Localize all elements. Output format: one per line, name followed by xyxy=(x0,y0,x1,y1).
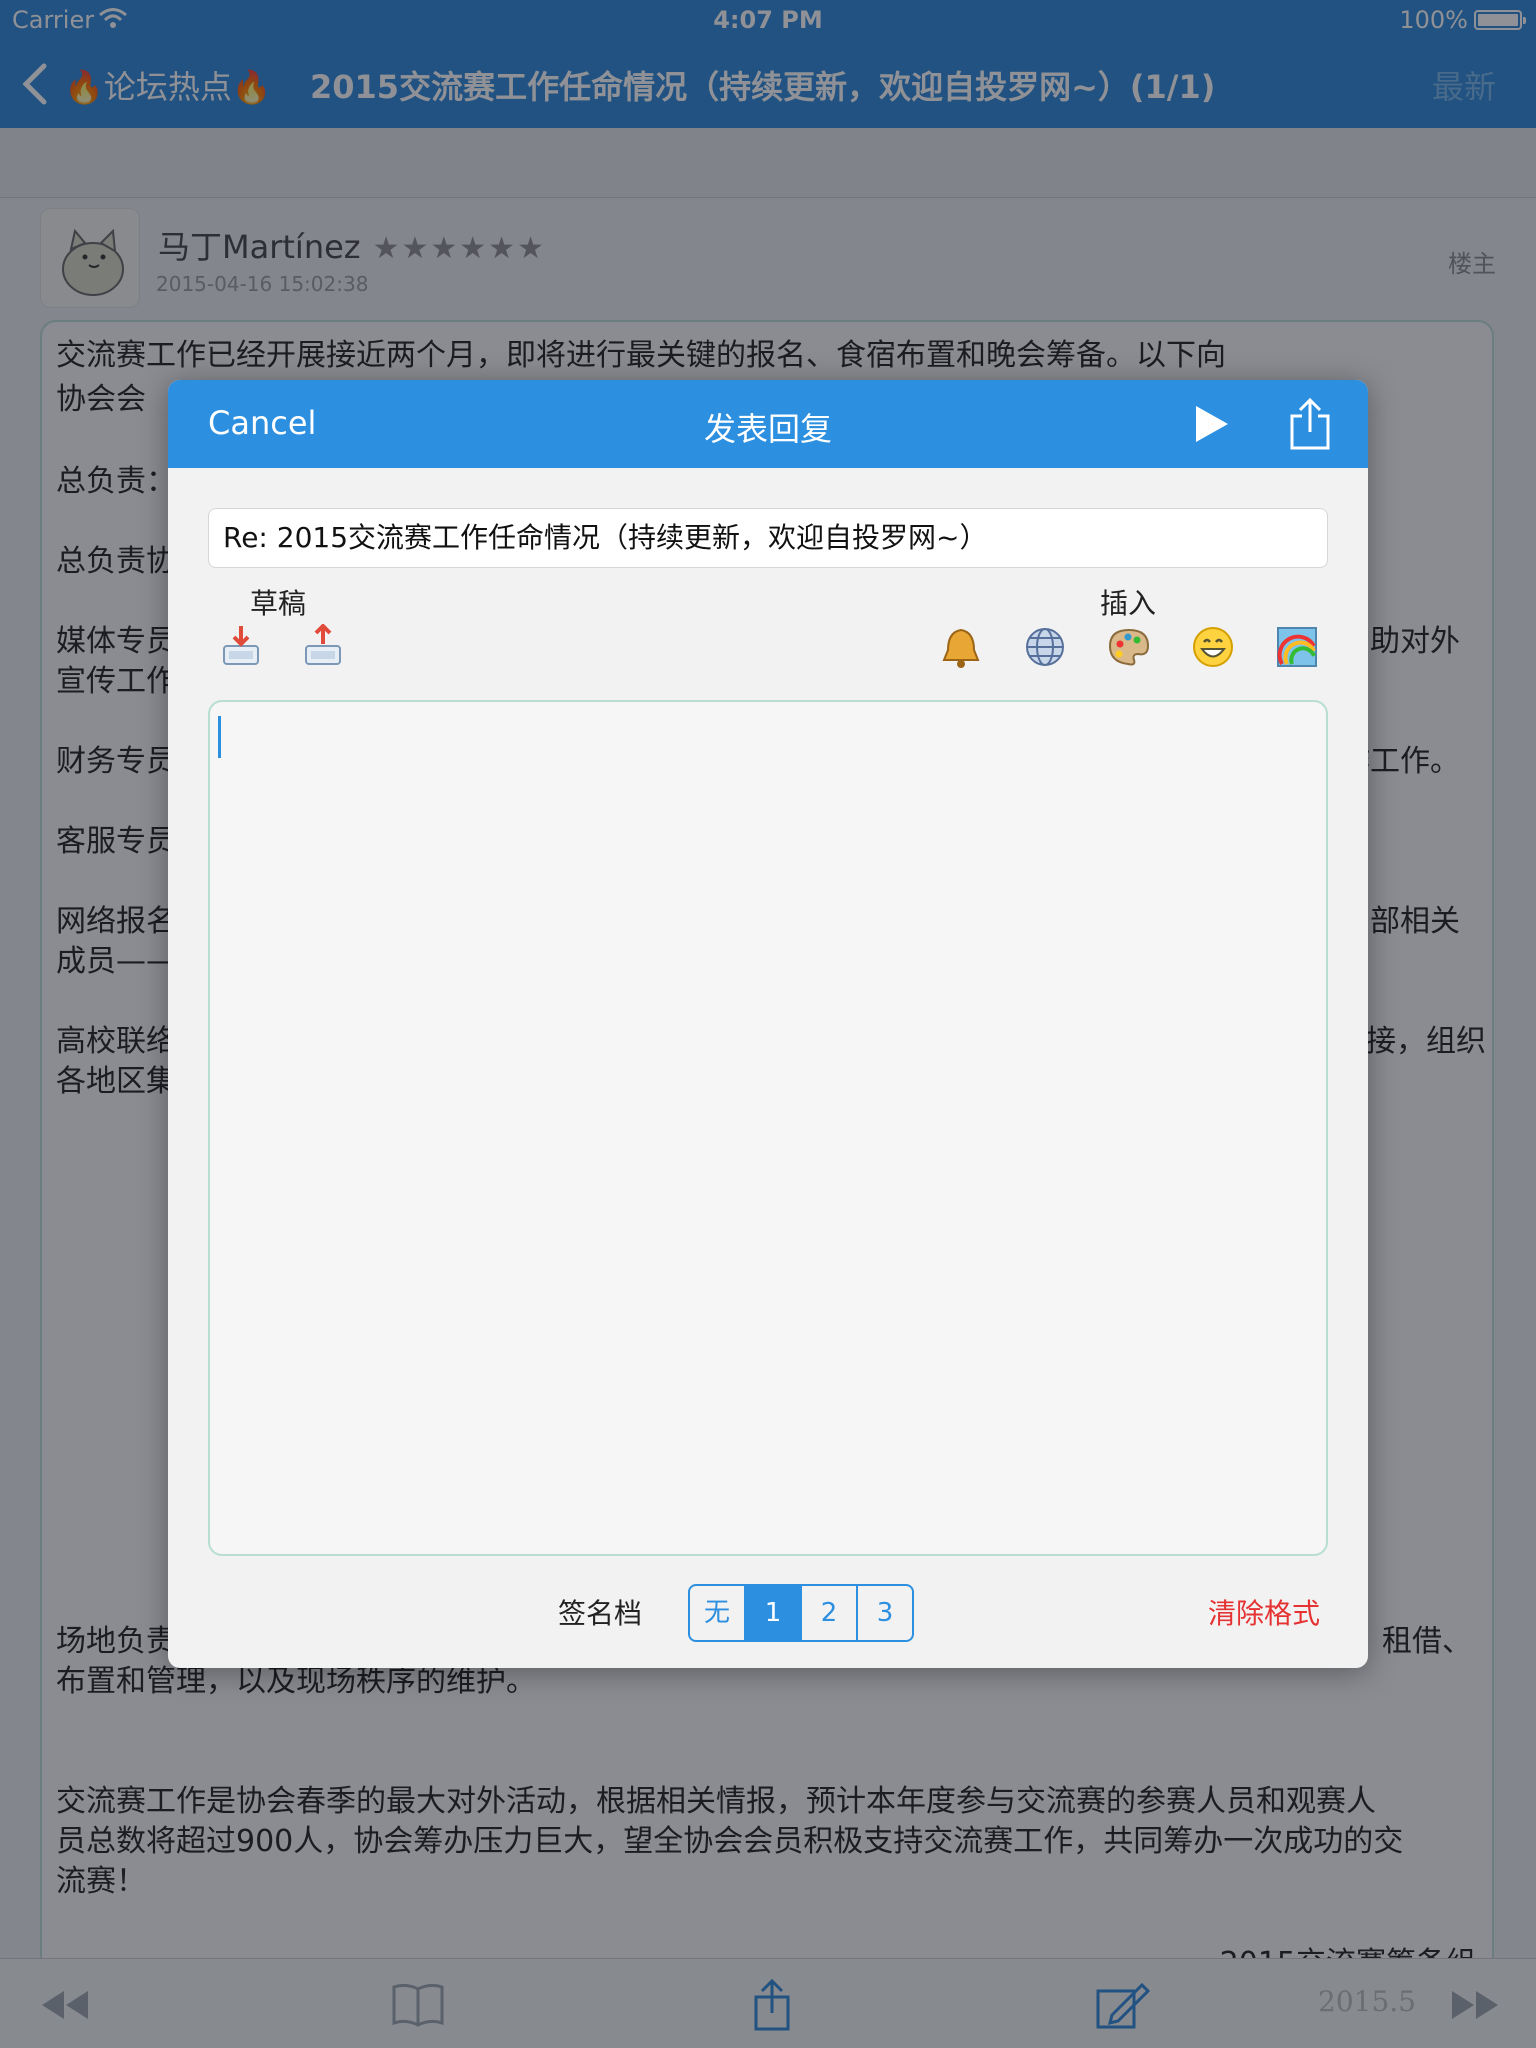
signature-option-none[interactable]: 无 xyxy=(690,1586,746,1640)
globe-icon[interactable] xyxy=(1022,624,1068,670)
signature-label: 签名档 xyxy=(558,1597,643,1630)
rainbow-icon[interactable] xyxy=(1274,624,1320,670)
subject-field[interactable]: Re: 2015交流赛工作任命情况（持续更新，欢迎自投罗网~） xyxy=(208,508,1328,568)
signature-option-1[interactable]: 1 xyxy=(746,1586,802,1640)
reply-text-editor[interactable] xyxy=(208,700,1328,1556)
text-caret xyxy=(218,716,221,758)
signature-option-3[interactable]: 3 xyxy=(858,1586,912,1640)
draft-label: 草稿 xyxy=(250,587,307,620)
insert-label: 插入 xyxy=(1100,587,1157,620)
clear-format-button[interactable]: 清除格式 xyxy=(1208,1592,1320,1632)
smiley-icon[interactable] xyxy=(1190,624,1236,670)
reply-modal: Cancel 发表回复 Re: 2015交流赛工作任命情况（持续更新，欢迎自投罗… xyxy=(168,380,1368,1668)
send-play-icon[interactable] xyxy=(1192,402,1232,446)
signature-option-2[interactable]: 2 xyxy=(802,1586,858,1640)
draft-load-icon[interactable] xyxy=(300,624,346,670)
modal-title: 发表回复 xyxy=(703,410,832,448)
palette-icon[interactable] xyxy=(1106,624,1152,670)
draft-save-icon[interactable] xyxy=(218,624,264,670)
modal-header: Cancel 发表回复 xyxy=(168,380,1368,468)
signature-selector: 无 1 2 3 xyxy=(688,1584,914,1642)
share-export-icon[interactable] xyxy=(1286,396,1334,452)
bell-icon[interactable] xyxy=(938,624,984,670)
